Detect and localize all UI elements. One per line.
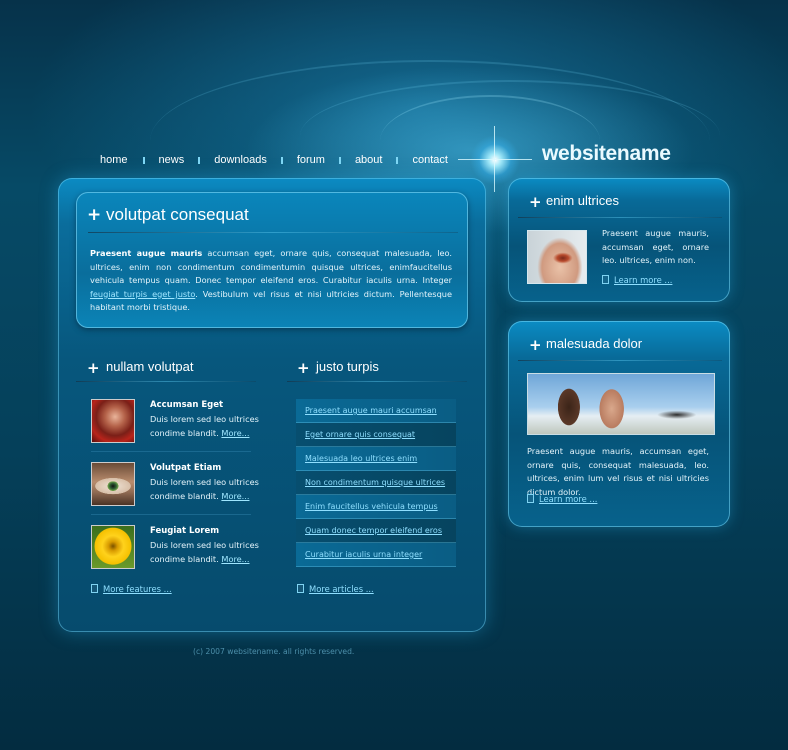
article-link[interactable]: Eget ornare quis consequat bbox=[305, 430, 415, 439]
nav-separator bbox=[280, 156, 283, 164]
feature-title: Volutpat Etiam bbox=[150, 463, 222, 473]
footer-copyright: (c) 2007 websitename. all rights reserve… bbox=[193, 647, 355, 656]
article-link[interactable]: Non condimentum quisque ultrices bbox=[305, 478, 445, 487]
features-heading: nullam volutpat bbox=[106, 359, 194, 374]
article-link[interactable]: Curabitur iaculis urna integer bbox=[305, 550, 422, 559]
learn-more-link[interactable]: Learn more ... bbox=[614, 275, 672, 285]
divider bbox=[287, 381, 467, 382]
feature-thumbnail[interactable] bbox=[91, 462, 135, 506]
light-flare-ray bbox=[458, 159, 532, 160]
feature-item: Accumsan Eget Duis lorem sed leo ultrice… bbox=[91, 399, 261, 443]
feature-more-link[interactable]: More... bbox=[221, 428, 249, 438]
document-icon bbox=[91, 584, 98, 593]
divider bbox=[88, 232, 458, 233]
feature-more-link[interactable]: More... bbox=[221, 554, 249, 564]
plus-icon: + bbox=[529, 193, 542, 211]
sidebar-box-title: malesuada dolor bbox=[546, 336, 643, 351]
plus-icon: + bbox=[87, 205, 102, 225]
article-link[interactable]: Quam donec tempor eleifend eros bbox=[305, 526, 442, 535]
feature-item: Volutpat Etiam Duis lorem sed leo ultric… bbox=[91, 462, 261, 506]
article-link[interactable]: Enim faucitellus vehicula tempus bbox=[305, 502, 438, 511]
divider bbox=[91, 514, 251, 515]
document-icon bbox=[297, 584, 304, 593]
list-item: Praesent augue mauri accumsan bbox=[296, 399, 456, 423]
feature-thumbnail[interactable] bbox=[91, 525, 135, 569]
article-link[interactable]: Malesuada leo ultrices enim bbox=[305, 454, 417, 463]
feature-text: Duis lorem sed leo ultrices condime blan… bbox=[150, 539, 268, 566]
nav-downloads[interactable]: downloads bbox=[214, 154, 267, 166]
divider bbox=[518, 360, 722, 361]
nav-home[interactable]: home bbox=[100, 154, 128, 166]
plus-icon: + bbox=[297, 359, 310, 377]
list-item: Quam donec tempor eleifend eros bbox=[296, 519, 456, 543]
more-articles-link[interactable]: More articles ... bbox=[309, 584, 374, 594]
article-list: Praesent augue mauri accumsan Eget ornar… bbox=[296, 399, 456, 567]
light-flare-ray bbox=[494, 126, 495, 192]
article-link[interactable]: Praesent augue mauri accumsan bbox=[305, 406, 437, 415]
list-item: Curabitur iaculis urna integer bbox=[296, 543, 456, 567]
more-features-link[interactable]: More features ... bbox=[103, 584, 172, 594]
divider bbox=[91, 451, 251, 452]
light-flare bbox=[470, 135, 520, 185]
feature-more-link[interactable]: More... bbox=[221, 491, 249, 501]
document-icon bbox=[527, 494, 534, 503]
feature-thumbnail[interactable] bbox=[91, 399, 135, 443]
sidebar-photo[interactable] bbox=[527, 230, 587, 284]
nav-forum[interactable]: forum bbox=[297, 154, 325, 166]
plus-icon: + bbox=[87, 359, 100, 377]
document-icon bbox=[602, 275, 609, 284]
nav-about[interactable]: about bbox=[355, 154, 383, 166]
intro-paragraph: Praesent augue mauris accumsan eget, orn… bbox=[90, 247, 452, 315]
site-logo[interactable]: websitename bbox=[542, 142, 671, 166]
feature-title: Feugiat Lorem bbox=[150, 526, 220, 536]
feature-text: Duis lorem sed leo ultrices condime blan… bbox=[150, 413, 268, 440]
list-item: Malesuada leo ultrices enim bbox=[296, 447, 456, 471]
list-item: Non condimentum quisque ultrices bbox=[296, 471, 456, 495]
articles-heading: justo turpis bbox=[316, 359, 379, 374]
nav-separator bbox=[142, 156, 145, 164]
feature-title: Accumsan Eget bbox=[150, 400, 224, 410]
sidebar-box-title: enim ultrices bbox=[546, 193, 619, 208]
nav-separator bbox=[338, 156, 341, 164]
main-nav: home news downloads forum about contact bbox=[100, 152, 448, 168]
nav-separator bbox=[198, 156, 201, 164]
divider bbox=[76, 381, 256, 382]
nav-news[interactable]: news bbox=[159, 154, 185, 166]
page-title: volutpat consequat bbox=[106, 205, 249, 224]
nav-separator bbox=[396, 156, 399, 164]
sidebar-box-text: Praesent augue mauris, accumsan eget, or… bbox=[602, 228, 709, 266]
sidebar-banner-photo[interactable] bbox=[527, 373, 715, 435]
plus-icon: + bbox=[529, 336, 542, 354]
intro-lead: Praesent augue mauris bbox=[90, 248, 203, 258]
feature-text: Duis lorem sed leo ultrices condime blan… bbox=[150, 476, 268, 503]
intro-link[interactable]: feugiat turpis eget justo bbox=[90, 289, 195, 299]
learn-more-link[interactable]: Learn more ... bbox=[539, 494, 597, 504]
sidebar-box-text: Praesent augue mauris, accumsan eget, or… bbox=[527, 446, 709, 497]
divider bbox=[518, 217, 722, 218]
nav-contact[interactable]: contact bbox=[412, 154, 447, 166]
list-item: Eget ornare quis consequat bbox=[296, 423, 456, 447]
list-item: Enim faucitellus vehicula tempus bbox=[296, 495, 456, 519]
feature-item: Feugiat Lorem Duis lorem sed leo ultrice… bbox=[91, 525, 261, 569]
